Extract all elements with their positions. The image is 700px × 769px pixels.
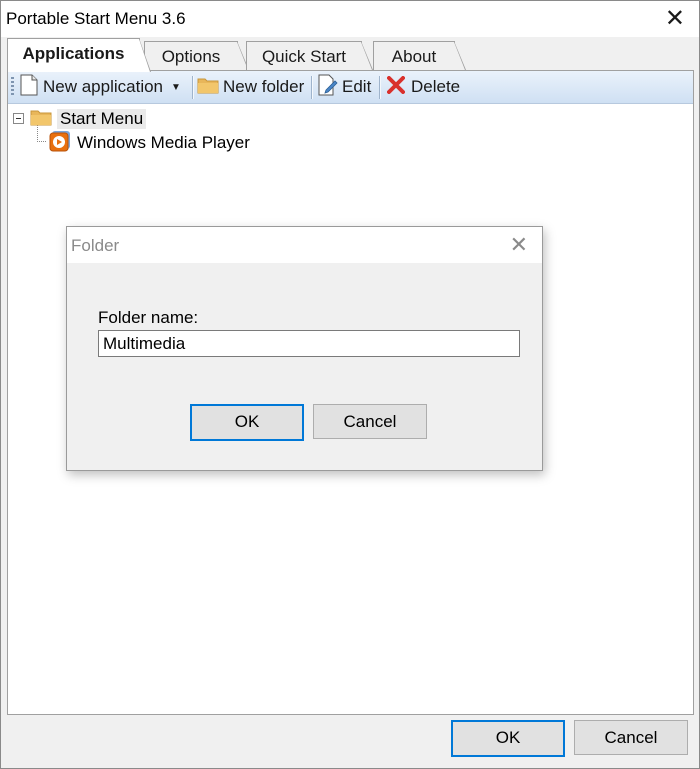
tree-connector xyxy=(37,141,47,142)
folder-name-label: Folder name: xyxy=(98,308,199,327)
edit-button[interactable]: Edit xyxy=(318,71,371,103)
delete-button[interactable]: Delete xyxy=(387,71,460,103)
delete-x-icon xyxy=(387,75,405,99)
folder-icon xyxy=(30,108,52,131)
tree-node-start-menu[interactable]: Start Menu xyxy=(30,107,147,131)
toolbar-separator xyxy=(192,76,194,99)
toolbar-separator xyxy=(311,76,313,99)
folder-icon xyxy=(197,76,219,99)
new-folder-button[interactable]: New folder xyxy=(197,71,304,103)
title-bar: Portable Start Menu 3.6 ✕ xyxy=(1,1,699,37)
ok-button[interactable]: OK xyxy=(451,720,565,757)
edit-label: Edit xyxy=(342,77,372,96)
tab-options-label: Options xyxy=(161,47,221,66)
new-document-icon xyxy=(20,74,38,101)
dialog-cancel-button[interactable]: Cancel xyxy=(313,404,427,439)
dialog-title-bar: Folder ✕ xyxy=(67,227,542,263)
toolbar: New application ▼ New folder Edit Delete xyxy=(8,71,693,104)
folder-dialog: Folder ✕ Folder name: OK Cancel xyxy=(66,226,543,471)
dialog-close-button[interactable]: ✕ xyxy=(510,233,528,257)
tab-strip: Applications Options Quick Start About xyxy=(1,37,699,72)
dialog-title: Folder xyxy=(71,236,120,255)
edit-document-icon xyxy=(318,74,338,101)
tab-applications-label: Applications xyxy=(22,44,125,63)
tab-about-label: About xyxy=(391,47,437,66)
delete-label: Delete xyxy=(411,77,461,96)
tree-node-label: Windows Media Player xyxy=(77,133,250,152)
window-title: Portable Start Menu 3.6 xyxy=(6,9,186,28)
tab-edge xyxy=(139,38,151,72)
collapse-toggle-icon[interactable] xyxy=(13,113,24,124)
folder-name-input[interactable] xyxy=(98,330,520,357)
toolbar-separator xyxy=(379,76,381,99)
tree-node-windows-media-player[interactable]: Windows Media Player xyxy=(49,130,250,157)
new-folder-label: New folder xyxy=(223,77,305,96)
new-application-label: New application xyxy=(43,77,164,96)
tab-quick-start-label: Quick Start xyxy=(261,47,347,66)
cancel-button[interactable]: Cancel xyxy=(574,720,688,755)
tab-edge xyxy=(361,41,373,70)
new-application-button[interactable]: New application ▼ xyxy=(20,71,181,103)
tab-edge xyxy=(454,41,466,70)
tab-about[interactable]: About xyxy=(373,41,466,70)
tree-node-label: Start Menu xyxy=(57,109,147,129)
dialog-ok-button[interactable]: OK xyxy=(190,404,304,441)
chevron-down-icon[interactable]: ▼ xyxy=(171,82,181,93)
toolbar-grip xyxy=(11,77,14,97)
tab-options[interactable]: Options xyxy=(144,41,249,70)
tab-applications[interactable]: Applications xyxy=(7,38,151,72)
window-close-button[interactable]: ✕ xyxy=(665,5,685,33)
media-player-icon xyxy=(49,130,71,157)
tab-quick-start[interactable]: Quick Start xyxy=(246,41,373,70)
